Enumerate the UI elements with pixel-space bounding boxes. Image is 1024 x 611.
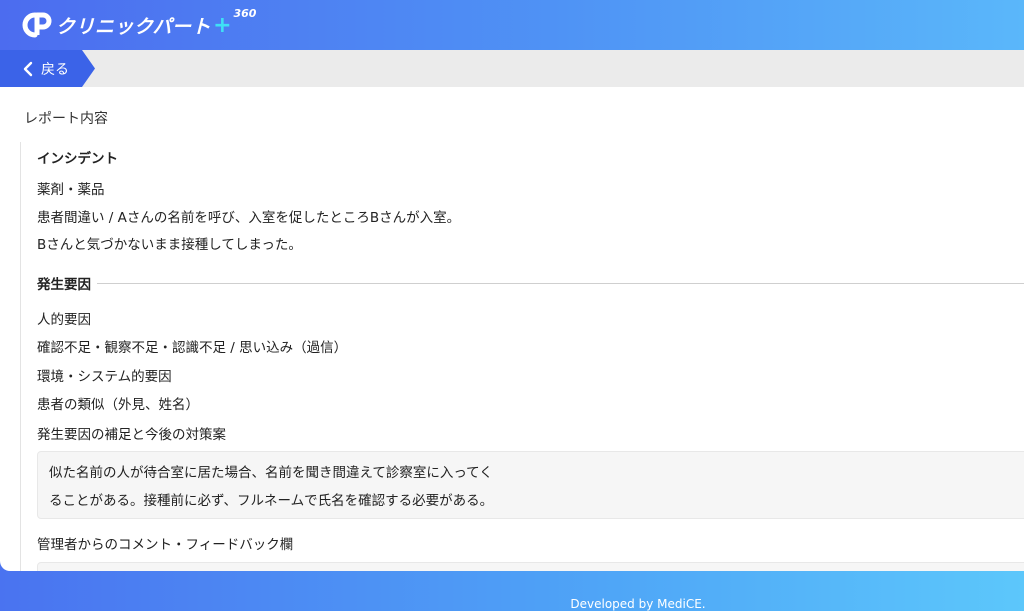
brand-plus: + <box>213 12 232 38</box>
incident-description-2: Bさんと気づかないまま接種してしまった。 <box>37 237 302 253</box>
brand-name: クリニックパート <box>56 15 212 38</box>
supplement-label: 発生要因の補足と今後の対策案 <box>37 427 226 443</box>
divider-line <box>97 282 1024 284</box>
footer-credit: Developed by MediCE. <box>570 597 706 611</box>
report-panel: レポート内容 インシデント 薬剤・薬品 患者間違い / Aさんの名前を呼び、入室… <box>0 87 1024 571</box>
back-button-label: 戻る <box>41 61 69 78</box>
app-logo[interactable]: クリニックパート + 360 <box>22 6 257 40</box>
incident-description-1: 患者間違い / Aさんの名前を呼び、入室を促したところBさんが入室。 <box>37 210 461 226</box>
chevron-left-icon <box>23 61 33 76</box>
supplement-box: 似た名前の人が待合室に居た場合、名前を聞き間違えて診察室に入ってく ることがある… <box>37 451 1024 519</box>
clinic-logo-icon <box>22 12 52 38</box>
incident-category: 薬剤・薬品 <box>37 182 105 198</box>
environment-factor-value: 患者の類似（外見、姓名） <box>37 397 199 413</box>
environment-factor-label: 環境・システム的要因 <box>37 369 172 385</box>
causes-divider: 発生要因 <box>37 273 1024 293</box>
feedback-label: 管理者からのコメント・フィードバック欄 <box>37 537 294 553</box>
supplement-line-2: ることがある。接種前に必ず、フルネームで氏名を確認する必要がある。 <box>49 493 494 509</box>
feedback-box <box>37 562 1024 571</box>
human-factor-value: 確認不足・観察不足・認識不足 / 思い込み（過信） <box>37 340 348 356</box>
causes-heading: 発生要因 <box>37 277 91 293</box>
nav-bar <box>0 50 1024 87</box>
incident-heading: インシデント <box>37 151 118 167</box>
app-header: クリニックパート + 360 <box>0 0 1024 50</box>
human-factor-label: 人的要因 <box>37 312 91 328</box>
supplement-line-1: 似た名前の人が待合室に居た場合、名前を聞き間違えて診察室に入ってく <box>49 465 493 481</box>
back-button[interactable]: 戻る <box>0 50 95 87</box>
page-title: レポート内容 <box>24 111 108 127</box>
report-card: インシデント 薬剤・薬品 患者間違い / Aさんの名前を呼び、入室を促したところ… <box>20 142 1024 571</box>
brand-suffix: 360 <box>233 6 257 20</box>
